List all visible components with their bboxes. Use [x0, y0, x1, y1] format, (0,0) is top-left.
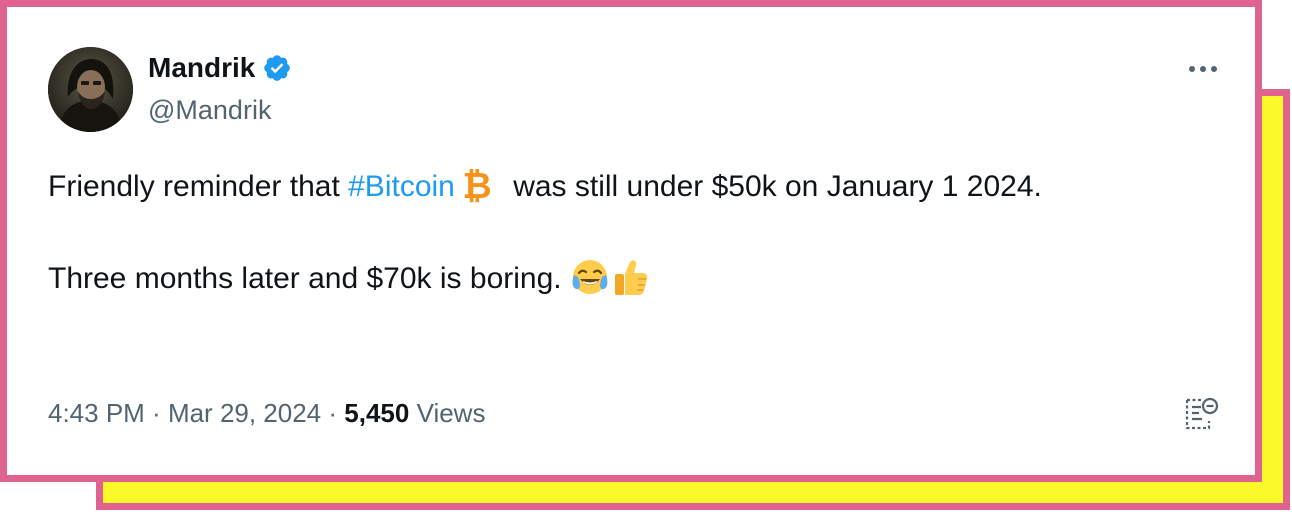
tears-of-joy-emoji-icon — [570, 257, 610, 297]
community-notes-icon[interactable] — [1182, 395, 1220, 433]
hashtag-link[interactable]: #Bitcoin — [348, 170, 455, 203]
author-handle[interactable]: @Mandrik — [148, 93, 271, 127]
tweet-metadata: 4:43 PM · Mar 29, 2024 · 5,450 Views — [48, 395, 485, 431]
meta-separator: · — [321, 398, 345, 428]
tweet-text-intro: Friendly reminder that — [48, 170, 349, 203]
more-horizontal-icon — [1189, 66, 1217, 72]
author-name-row: Mandrik — [148, 50, 292, 86]
meta-separator: · — [144, 398, 168, 428]
views-label: Views — [409, 398, 486, 428]
tweet-text-rest: was still under $50k on January 1 2024. — [504, 170, 1042, 203]
tweet-paragraph-1: Friendly reminder that #Bitcoin ₿ was sti… — [48, 163, 1198, 210]
tweet-text: Friendly reminder that #Bitcoin ₿ was sti… — [48, 163, 1198, 302]
tweet-date[interactable]: Mar 29, 2024 — [168, 398, 321, 428]
verified-badge-icon — [262, 53, 292, 83]
tweet-paragraph-2: Three months later and $70k is boring. — [48, 255, 1198, 302]
bitcoin-icon: ₿ — [459, 165, 495, 207]
tweet-text-second: Three months later and $70k is boring. — [48, 262, 562, 295]
thumbs-up-emoji-icon — [610, 257, 650, 297]
more-options-button[interactable] — [1183, 57, 1223, 81]
avatar[interactable] — [48, 47, 133, 132]
svg-text:₿: ₿ — [462, 166, 491, 205]
tweet-card[interactable]: Mandrik @Mandrik Friendly reminder that … — [0, 0, 1262, 482]
views-count: 5,450 — [344, 398, 410, 428]
tweet-time[interactable]: 4:43 PM — [48, 398, 145, 428]
display-name[interactable]: Mandrik — [148, 50, 255, 86]
